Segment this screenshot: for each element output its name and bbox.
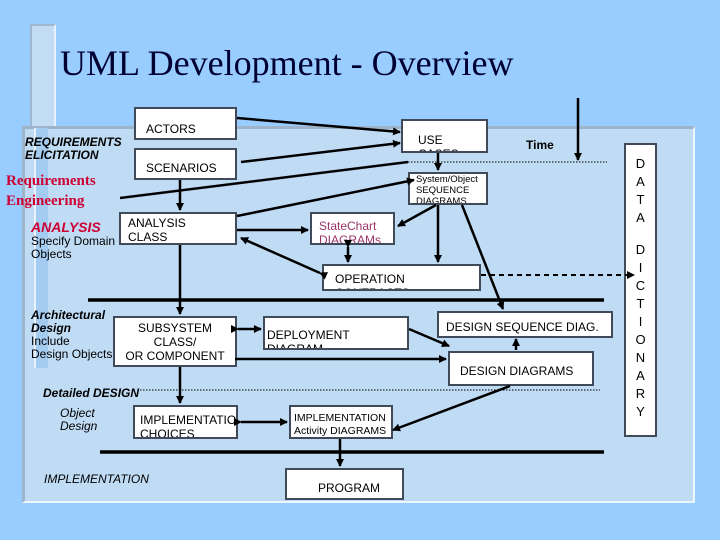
box-label: ACTORS [146, 122, 196, 136]
box-label: DEPLOYMENT DIAGRAM [267, 328, 350, 350]
design-sequence-diagram-box[interactable]: DESIGN SEQUENCE DIAG. [437, 311, 613, 338]
dd-letter: A [636, 174, 645, 189]
phase-label-line: Design [60, 419, 98, 433]
dd-letter: D [635, 156, 646, 171]
phase-label-line: ELICITATION [25, 148, 99, 162]
phase-label-line: Engineering [6, 193, 85, 209]
box-label: SCENARIOS [146, 161, 217, 175]
dd-letter: Y [636, 404, 645, 419]
box-label-line: DIAGRAMS [115, 363, 235, 365]
box-label-line: System/Object [416, 174, 478, 185]
analysis-class-diagram-box[interactable]: ANALYSIS CLASS DIAGRAM(S) [119, 212, 237, 245]
dd-letter: T [636, 192, 645, 207]
box-label-line: CLASS DIAGRAM(S) [128, 230, 168, 244]
dd-letter: C [635, 278, 646, 293]
phase-label-line: Requirements [6, 173, 96, 189]
design-diagrams-box[interactable]: DESIGN DIAGRAMS [448, 351, 594, 386]
box-label-line: StateChart [319, 219, 377, 233]
deployment-diagram-box[interactable]: DEPLOYMENT DIAGRAM [263, 316, 409, 350]
dd-letter: I [638, 314, 643, 329]
dd-letter: T [636, 296, 645, 311]
phase-label-line: Objects [31, 247, 72, 261]
dd-letter: A [636, 368, 645, 383]
box-label: DESIGN SEQUENCE DIAG. [446, 320, 599, 334]
box-label: PROGRAM [318, 481, 381, 495]
scenarios-box[interactable]: SCENARIOS [134, 148, 237, 180]
box-label-line: OR COMPONENT [125, 349, 225, 363]
dd-letter: R [635, 386, 646, 401]
phase-implementation: IMPLEMENTATION [44, 472, 149, 486]
box-label-line: CHOICES [140, 427, 195, 439]
implementation-activity-diagrams-box[interactable]: IMPLEMENTATION Activity DIAGRAMS [289, 405, 393, 439]
statechart-diagrams-box[interactable]: StateChart DIAGRAMs [310, 212, 395, 245]
implementation-choices-box[interactable]: IMPLEMENTATION CHOICES [133, 405, 238, 439]
subsystem-component-diagrams-box[interactable]: SUBSYSTEM CLASS/ OR COMPONENT DIAGRAMS [113, 316, 237, 367]
phase-requirements-elicitation: REQUIREMENTS ELICITATION [25, 136, 122, 162]
dd-letter: O [635, 332, 646, 347]
sequence-diagrams-box[interactable]: System/Object SEQUENCE DIAGRAMS [408, 172, 488, 205]
actors-box[interactable]: ACTORS [134, 107, 237, 140]
phase-architectural-design: Architectural Design [31, 309, 105, 335]
box-label-line: ANALYSIS [128, 216, 186, 230]
data-dictionary-box[interactable]: D A T A D I C T I O N A R Y [624, 143, 657, 437]
operation-contracts-box[interactable]: OPERATION CONTRACTS [322, 264, 481, 291]
phase-object-design: Object Design [60, 407, 97, 433]
box-label-line: SUBSYSTEM CLASS/ [137, 321, 212, 349]
box-label: DESIGN DIAGRAMS [460, 364, 574, 378]
phase-architectural-subtitle: Include Design Objects [31, 335, 112, 361]
time-label: Time [526, 138, 554, 152]
box-label-line: DIAGRAMS [416, 196, 467, 205]
box-label: OPERATION CONTRACTS [335, 272, 410, 289]
box-label-line: Activity DIAGRAMS [294, 425, 387, 437]
box-label-line: SEQUENCE [416, 185, 470, 196]
phase-analysis-subtitle: Specify Domain Objects [31, 235, 115, 261]
dd-letter: A [636, 210, 645, 225]
phase-analysis: ANALYSIS [31, 219, 101, 235]
dd-letter: I [638, 260, 643, 275]
program-box[interactable]: PROGRAM [285, 468, 404, 500]
box-label-line: IMPLEMENTATION [140, 413, 238, 427]
use-cases-box[interactable]: USE CASES [401, 119, 488, 153]
page-title: UML Development - Overview [60, 43, 514, 83]
phase-label-line: Design Objects [31, 347, 113, 361]
box-label-line: IMPLEMENTATION [294, 412, 386, 424]
phase-requirements-engineering: Requirements Engineering [6, 171, 96, 211]
dd-letter: D [635, 242, 646, 257]
box-label: USE CASES [418, 133, 459, 151]
phase-detailed-design: Detailed DESIGN [43, 386, 140, 400]
dd-letter: N [635, 350, 646, 365]
box-label-line: DIAGRAMs [319, 233, 382, 245]
